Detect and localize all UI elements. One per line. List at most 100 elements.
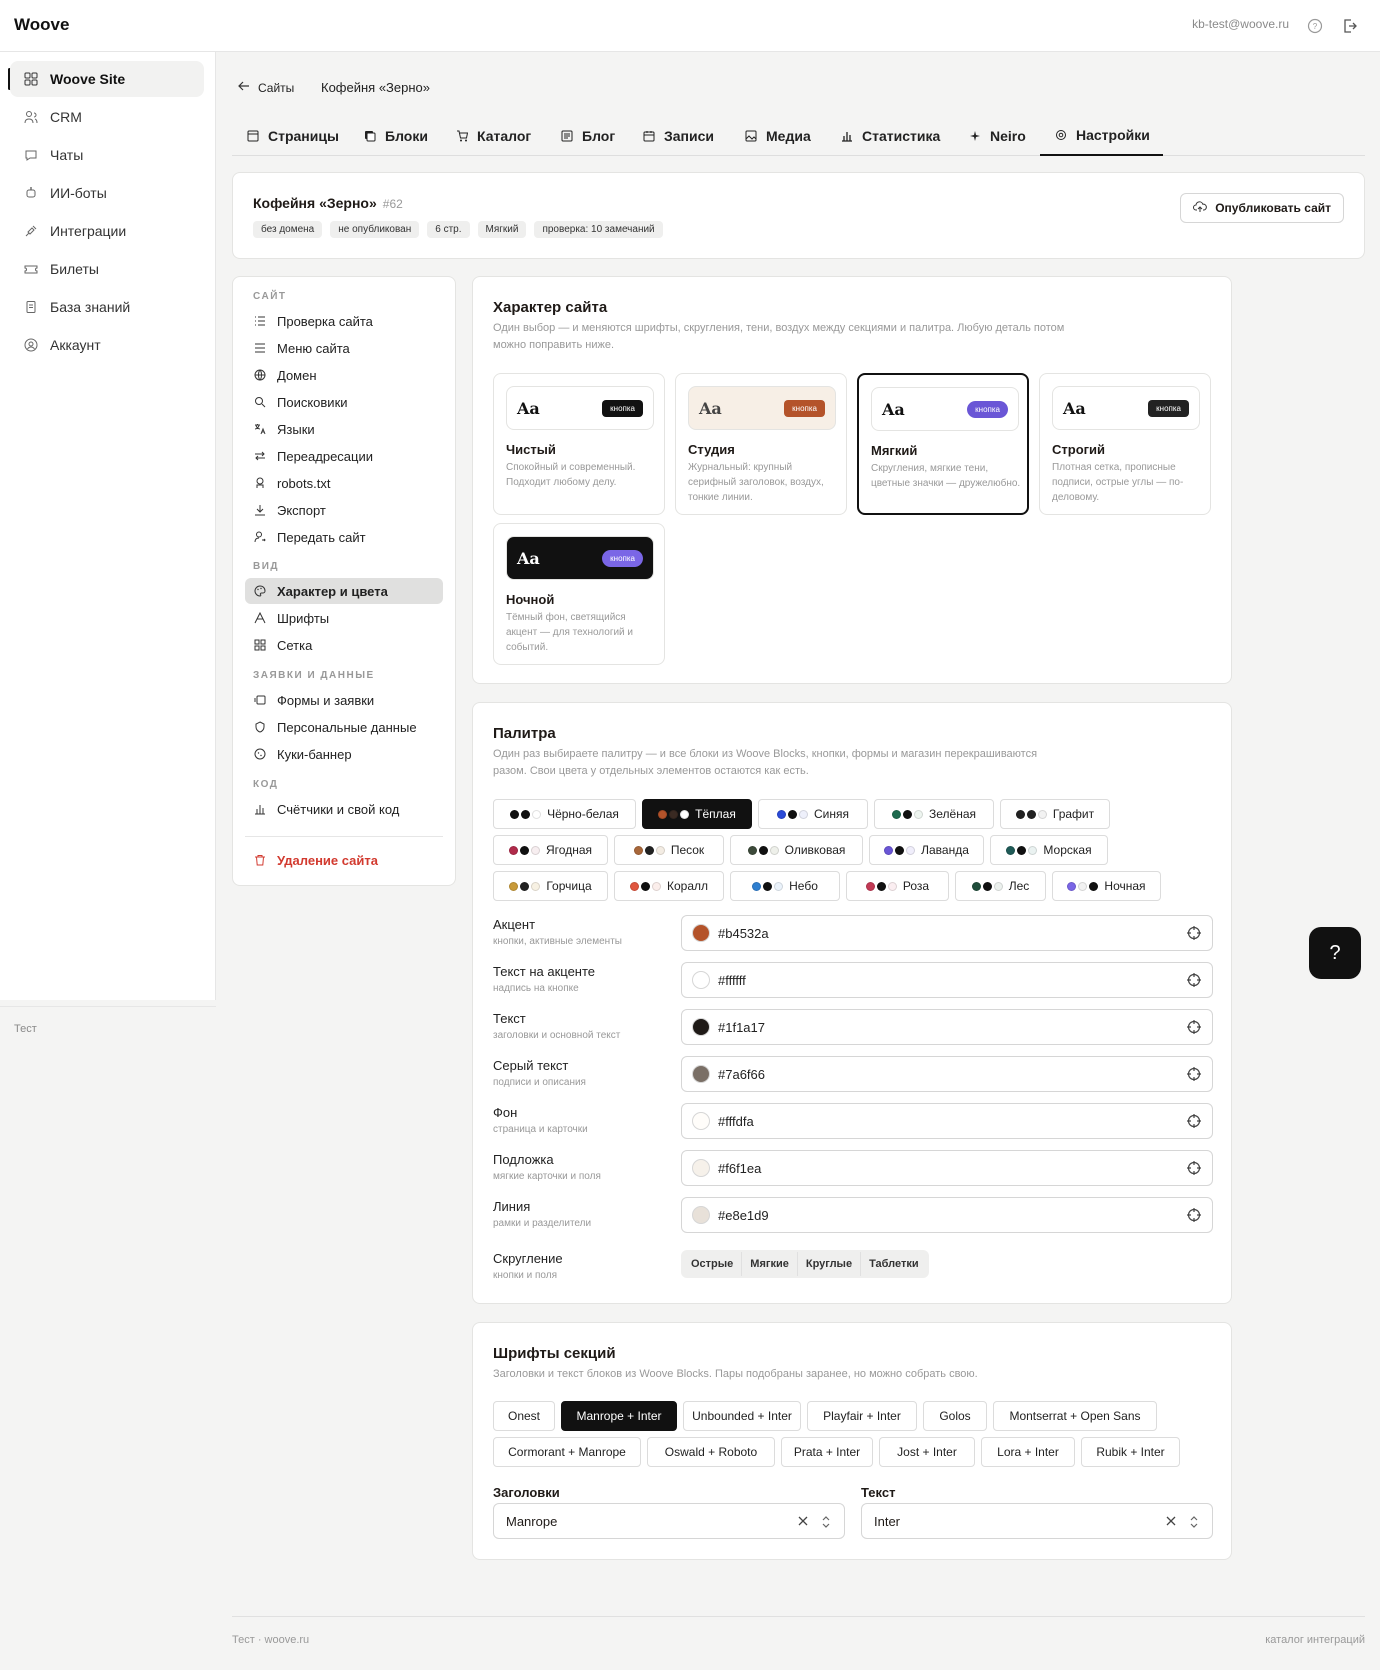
palette-chip[interactable]: Горчица [493,871,608,901]
font-pair-chip[interactable]: Rubik + Inter [1081,1437,1180,1467]
nav-item-cookie[interactable]: Куки-баннер [245,741,443,767]
nav-item-export[interactable]: Экспорт [245,497,443,523]
palette-chip[interactable]: Морская [990,835,1108,865]
style-card-1[interactable]: Aa кнопка Студия Журнальный: крупный серифн… [675,373,847,515]
nav-item-fonts[interactable]: Шрифты [245,605,443,631]
font-pair-chip[interactable]: Unbounded + Inter [683,1401,801,1431]
color-input[interactable]: #7a6f66 [681,1056,1213,1092]
nav-item-transfer[interactable]: Передать сайт [245,524,443,550]
font-pair-chip[interactable]: Prata + Inter [781,1437,873,1467]
tab-neiro[interactable]: Neiro [968,116,1026,156]
tab-blocks[interactable]: Блоки [363,116,428,156]
tab-media[interactable]: Медиа [744,116,811,156]
palette-chip[interactable]: Лаванда [869,835,984,865]
font-pair-chip[interactable]: Onest [493,1401,555,1431]
sidebar-item-knowledge[interactable]: База знаний [10,289,204,325]
color-input[interactable]: #fffdfa [681,1103,1213,1139]
font-pair-chip[interactable]: Playfair + Inter [807,1401,917,1431]
palette-chip[interactable]: Небо [730,871,840,901]
nav-item-languages[interactable]: Языки [245,416,443,442]
chevron-updown-icon[interactable] [1188,1513,1200,1531]
nav-item-check[interactable]: Проверка сайта [245,308,443,334]
clear-icon[interactable] [1164,1514,1178,1528]
palette-chip[interactable]: Синяя [758,799,868,829]
app-logo[interactable]: Woove [14,15,69,35]
color-swatch[interactable] [692,1065,710,1083]
color-swatch[interactable] [692,1018,710,1036]
radius-soft-button[interactable]: Мягкие [742,1252,798,1276]
radius-round-button[interactable]: Круглые [798,1252,862,1276]
color-swatch[interactable] [692,1206,710,1224]
color-swatch[interactable] [692,924,710,942]
font-pair-chip[interactable]: Golos [923,1401,987,1431]
palette-chip[interactable]: Графит [1000,799,1110,829]
palette-chip[interactable]: Чёрно-белая [493,799,636,829]
nav-item-menu[interactable]: Меню сайта [245,335,443,361]
palette-chip[interactable]: Песок [614,835,724,865]
palette-chip[interactable]: Ягодная [493,835,608,865]
text-font-select[interactable]: Inter [861,1503,1213,1539]
sidebar-item-crm[interactable]: CRM [10,99,204,135]
palette-chip[interactable]: Лес [955,871,1046,901]
radius-pill-button[interactable]: Таблетки [861,1252,927,1276]
crosshair-icon[interactable] [1186,1160,1202,1176]
palette-chip[interactable]: Зелёная [874,799,994,829]
color-input[interactable]: #f6f1ea [681,1150,1213,1186]
palette-chip[interactable]: Роза [846,871,949,901]
tab-settings[interactable]: Настройки [1040,116,1163,156]
style-card-4[interactable]: Aa кнопка Ночной Тёмный фон, светящийся акц… [493,523,665,665]
publish-button[interactable]: Опубликовать сайт [1180,193,1344,223]
style-card-2[interactable]: Aa кнопка Мягкий Скругления, мягкие тени, ц… [857,373,1029,515]
nav-item-seo[interactable]: Поисковики [245,389,443,415]
nav-item-robots[interactable]: robots.txt [245,470,443,496]
footer-integrations-link[interactable]: каталог интеграций [1265,1634,1365,1646]
font-pair-chip[interactable]: Lora + Inter [981,1437,1075,1467]
help-button[interactable]: ? [1309,927,1361,979]
palette-chip[interactable]: Тёплая [642,799,752,829]
headings-font-select[interactable]: Manrope [493,1503,845,1539]
tab-bookings[interactable]: Записи [642,116,714,156]
tab-blog[interactable]: Блог [560,116,615,156]
crosshair-icon[interactable] [1186,1019,1202,1035]
font-pair-chip[interactable]: Cormorant + Manrope [493,1437,641,1467]
style-card-3[interactable]: Aa кнопка Строгий Плотная сетка, прописные … [1039,373,1211,515]
nav-item-counters[interactable]: Счётчики и свой код [245,796,443,822]
crosshair-icon[interactable] [1186,925,1202,941]
back-link[interactable]: Сайты [238,80,294,95]
sidebar-item-account[interactable]: Аккаунт [10,327,204,363]
logout-icon[interactable] [1340,16,1360,36]
font-pair-chip[interactable]: Jost + Inter [879,1437,975,1467]
nav-item-character[interactable]: Характер и цвета [245,578,443,604]
color-input[interactable]: #e8e1d9 [681,1197,1213,1233]
font-pair-chip[interactable]: Oswald + Roboto [647,1437,775,1467]
nav-item-grid[interactable]: Сетка [245,632,443,658]
sidebar-item-tickets[interactable]: Билеты [10,251,204,287]
nav-item-redirects[interactable]: Переадресации [245,443,443,469]
nav-item-personal-data[interactable]: Персональные данные [245,714,443,740]
sidebar-item-bots[interactable]: ИИ-боты [10,175,204,211]
palette-chip[interactable]: Ночная [1052,871,1161,901]
color-input[interactable]: #1f1a17 [681,1009,1213,1045]
tab-catalog[interactable]: Каталог [455,116,531,156]
nav-item-domain[interactable]: Домен [245,362,443,388]
font-pair-chip[interactable]: Montserrat + Open Sans [993,1401,1157,1431]
help-circle-icon[interactable]: ? [1305,16,1325,36]
color-swatch[interactable] [692,1112,710,1130]
crosshair-icon[interactable] [1186,972,1202,988]
color-swatch[interactable] [692,1159,710,1177]
crosshair-icon[interactable] [1186,1207,1202,1223]
sidebar-item-woove-site[interactable]: Woove Site [10,61,204,97]
palette-chip[interactable]: Оливковая [730,835,863,865]
clear-icon[interactable] [796,1514,810,1528]
color-input[interactable]: #ffffff [681,962,1213,998]
radius-sharp-button[interactable]: Острые [683,1252,743,1276]
palette-chip[interactable]: Коралл [614,871,724,901]
nav-item-delete-site[interactable]: Удаление сайта [245,847,443,873]
chevron-updown-icon[interactable] [820,1513,832,1531]
tab-statistics[interactable]: Статистика [840,116,940,156]
tab-pages[interactable]: Страницы [246,116,339,156]
crosshair-icon[interactable] [1186,1066,1202,1082]
crosshair-icon[interactable] [1186,1113,1202,1129]
nav-item-forms[interactable]: Формы и заявки [245,687,443,713]
style-card-0[interactable]: Aa кнопка Чистый Спокойный и современный. П… [493,373,665,515]
